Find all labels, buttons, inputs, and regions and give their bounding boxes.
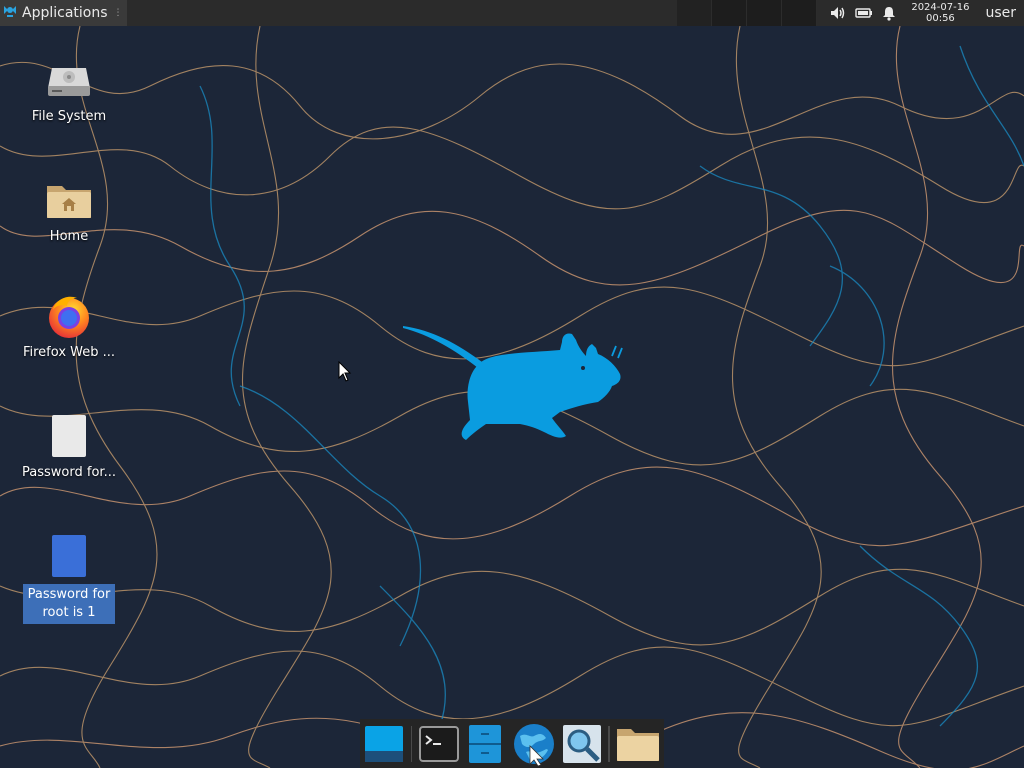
mouse-cursor-icon xyxy=(338,360,352,387)
terminal-icon[interactable] xyxy=(418,722,459,766)
desktop-icon-home[interactable]: Home xyxy=(22,176,116,246)
home-folder-icon xyxy=(45,176,93,224)
file-manager-icon[interactable] xyxy=(465,722,506,766)
applications-label: Applications xyxy=(22,5,108,21)
workspace-2[interactable] xyxy=(712,0,748,26)
dock xyxy=(360,719,664,768)
xfce-mouse-icon xyxy=(2,3,18,23)
firefox-icon xyxy=(45,292,93,340)
workspace-4[interactable] xyxy=(782,0,818,26)
wallpaper xyxy=(0,26,1024,768)
clock-time: 00:56 xyxy=(925,13,955,24)
desktop-icon-label: Password for root is 1 xyxy=(23,584,115,624)
desktop-icon-password-file[interactable]: Password for... xyxy=(22,412,116,482)
volume-icon[interactable] xyxy=(829,5,847,21)
desktop-icon-file-system[interactable]: File System xyxy=(22,56,116,126)
user-menu[interactable]: user xyxy=(985,5,1018,21)
battery-icon[interactable] xyxy=(855,5,873,21)
desktop-icon-label: Home xyxy=(49,229,89,244)
drive-icon xyxy=(45,56,93,104)
desktop-icon-label: Firefox Web ... xyxy=(22,345,116,360)
desktop-icon-label: Password for... xyxy=(22,465,116,480)
system-tray: 2024-07-16 00:56 user xyxy=(817,0,1024,26)
desktop-icon-firefox[interactable]: Firefox Web ... xyxy=(22,292,116,362)
workspace-1[interactable] xyxy=(677,0,713,26)
clock[interactable]: 2024-07-16 00:56 xyxy=(911,2,969,24)
dock-separator xyxy=(608,725,610,762)
workspace-3[interactable] xyxy=(747,0,783,26)
notification-bell-icon[interactable] xyxy=(881,5,897,21)
dock-separator xyxy=(410,725,413,762)
applications-menu-button[interactable]: Applications ⋮ xyxy=(0,0,127,26)
web-browser-icon[interactable] xyxy=(512,722,556,766)
top-panel: Applications ⋮ 2024-07-16 00:56 user xyxy=(0,0,1024,26)
workspace-switcher xyxy=(677,0,818,26)
folder-icon[interactable] xyxy=(616,722,660,766)
text-file-selected-icon xyxy=(45,532,93,580)
desktop-icon-password-root[interactable]: Password for root is 1 xyxy=(22,532,116,624)
desktop-icon-label: File System xyxy=(31,109,107,124)
desktop: Applications ⋮ 2024-07-16 00:56 user Fil… xyxy=(0,0,1024,768)
menu-grip-icon: ⋮ xyxy=(113,8,123,18)
text-file-icon xyxy=(45,412,93,460)
show-desktop-icon[interactable] xyxy=(364,722,405,766)
clock-date: 2024-07-16 xyxy=(911,2,970,13)
app-finder-icon[interactable] xyxy=(562,722,603,766)
